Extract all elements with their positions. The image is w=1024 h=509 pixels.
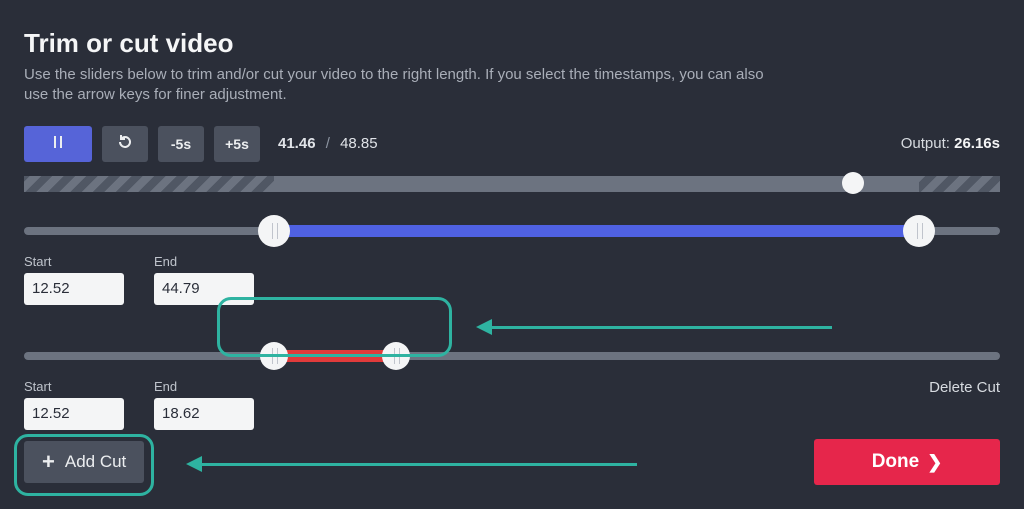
- trim-end-handle[interactable]: [903, 215, 935, 247]
- trim-start-input[interactable]: [24, 273, 124, 305]
- progress-bar[interactable]: [24, 176, 1000, 192]
- cut-end-input[interactable]: [154, 398, 254, 430]
- forward-5s-button[interactable]: +5s: [214, 126, 260, 162]
- back-5s-button[interactable]: -5s: [158, 126, 204, 162]
- cut-fill: [274, 350, 396, 362]
- page-title: Trim or cut video: [24, 28, 1000, 59]
- output-label: Output:: [901, 135, 950, 152]
- annotation-arrow-1: [492, 326, 832, 329]
- cut-end-handle[interactable]: [382, 342, 410, 370]
- progress-left-trimmed: [24, 176, 274, 192]
- chevron-right-icon: ❯: [927, 452, 942, 473]
- done-button[interactable]: Done ❯: [814, 439, 1000, 485]
- playhead[interactable]: [842, 172, 864, 194]
- cut-track: [24, 352, 1000, 360]
- total-time: 48.85: [340, 135, 378, 152]
- delete-cut-link[interactable]: Delete Cut: [929, 379, 1000, 396]
- trim-end-input[interactable]: [154, 273, 254, 305]
- cut-slider[interactable]: [24, 345, 1000, 367]
- cut-end-label: End: [154, 379, 254, 394]
- annotation-arrowhead-1: [476, 319, 492, 335]
- trim-fill: [274, 225, 919, 237]
- cut-start-input[interactable]: [24, 398, 124, 430]
- time-separator: /: [326, 135, 330, 152]
- cut-start-label: Start: [24, 379, 124, 394]
- trim-values: Start End: [24, 254, 1000, 305]
- cut-values: Start End Delete Cut: [24, 379, 1000, 430]
- trim-start-label: Start: [24, 254, 124, 269]
- add-cut-button[interactable]: + Add Cut: [24, 441, 144, 483]
- current-time: 41.46: [278, 135, 316, 152]
- output-length: Output: 26.16s: [901, 135, 1000, 152]
- pause-icon: [50, 134, 66, 153]
- page-subtitle: Use the sliders below to trim and/or cut…: [24, 65, 784, 106]
- trim-end-label: End: [154, 254, 254, 269]
- trim-slider[interactable]: [24, 220, 1000, 242]
- done-label: Done: [872, 451, 920, 473]
- trim-start-handle[interactable]: [258, 215, 290, 247]
- transport-controls: -5s +5s 41.46 / 48.85 Output: 26.16s: [24, 126, 1000, 162]
- time-display: 41.46 / 48.85: [278, 135, 378, 152]
- output-value: 26.16s: [954, 135, 1000, 152]
- pause-button[interactable]: [24, 126, 92, 162]
- progress-active: [274, 176, 919, 192]
- cut-start-handle[interactable]: [260, 342, 288, 370]
- restart-icon: [117, 134, 133, 153]
- progress-right-trimmed: [919, 176, 1000, 192]
- restart-button[interactable]: [102, 126, 148, 162]
- add-cut-label: Add Cut: [65, 452, 126, 472]
